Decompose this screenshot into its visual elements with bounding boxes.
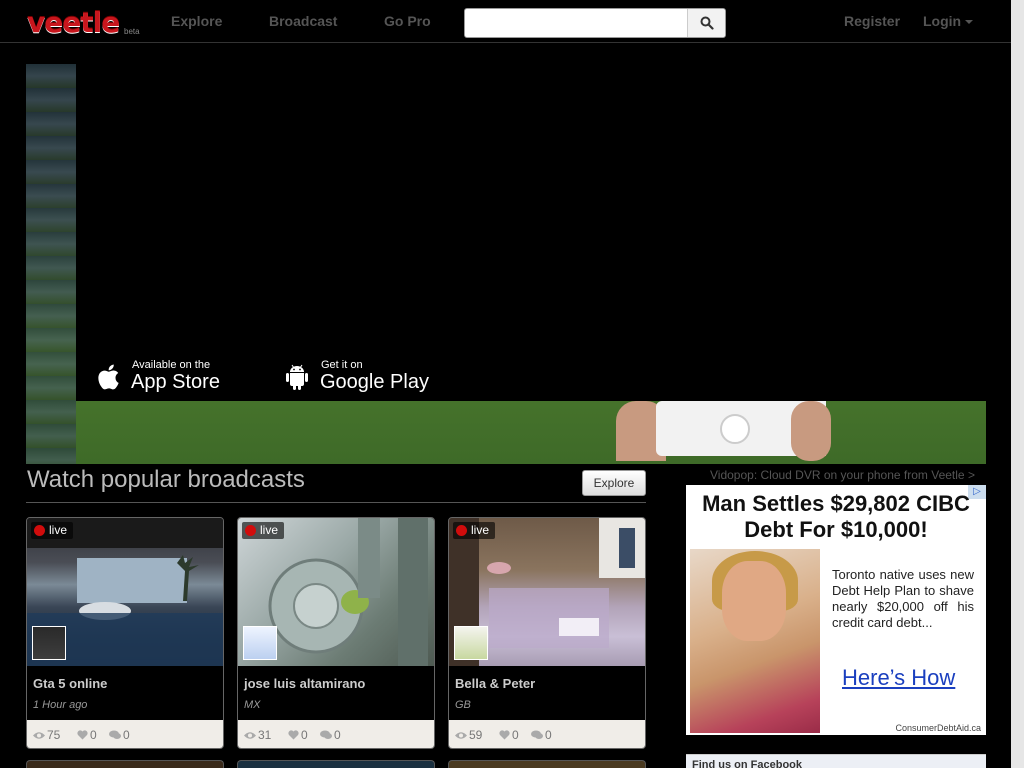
ad-source: ConsumerDebtAid.ca	[895, 723, 981, 733]
live-badge: live	[242, 522, 285, 539]
broadcast-subtitle: GB	[455, 699, 471, 711]
broadcast-card[interactable]	[237, 760, 435, 768]
likes-count: 0	[499, 728, 519, 742]
comment-icon	[320, 730, 332, 739]
avatar[interactable]	[243, 626, 277, 660]
live-dot-icon	[34, 525, 45, 536]
apple-icon	[98, 364, 119, 390]
broadcast-card[interactable]: live jose luis altamirano MX 31 0 0	[237, 517, 435, 749]
nav-explore[interactable]: Explore	[171, 13, 222, 29]
hero-background-image	[26, 64, 76, 464]
broadcast-thumbnail[interactable]: live	[27, 518, 223, 666]
ad-photo[interactable]	[690, 549, 820, 733]
login-label: Login	[923, 13, 962, 29]
broadcast-title[interactable]: Gta 5 online	[33, 676, 107, 691]
advertisement[interactable]: ▷ Man Settles $29,802 CIBC Debt For $10,…	[686, 485, 986, 735]
broadcast-card[interactable]	[26, 760, 224, 768]
logo-beta-tag: beta	[124, 27, 140, 36]
comments-count: 0	[320, 728, 341, 742]
login-menu[interactable]: Login	[923, 13, 974, 29]
live-dot-icon	[456, 525, 467, 536]
live-label: live	[260, 523, 279, 537]
live-dot-icon	[245, 525, 256, 536]
search-box	[464, 8, 726, 38]
top-navigation: veetle beta Explore Broadcast Go Pro Reg…	[0, 0, 1011, 43]
register-link[interactable]: Register	[844, 13, 900, 29]
nav-broadcast[interactable]: Broadcast	[269, 13, 337, 29]
live-badge: live	[453, 522, 496, 539]
ad-cta-link[interactable]: Here’s How	[842, 665, 955, 691]
avatar[interactable]	[454, 626, 488, 660]
broadcast-card[interactable]: live Gta 5 online 1 Hour ago 75 0 0	[26, 517, 224, 749]
eye-icon	[33, 732, 45, 739]
phone-home-button-image	[720, 414, 750, 444]
views-count: 31	[244, 728, 271, 742]
explore-button[interactable]: Explore	[582, 470, 646, 496]
avatar[interactable]	[32, 626, 66, 660]
views-count: 59	[455, 728, 482, 742]
google-play-caption: Get it on	[321, 359, 363, 371]
app-store-caption: Available on the	[132, 359, 211, 371]
eye-icon	[244, 732, 256, 739]
heart-icon	[77, 730, 88, 740]
comment-icon	[109, 730, 121, 739]
android-icon	[286, 364, 308, 390]
broadcast-card[interactable]	[448, 760, 646, 768]
search-input[interactable]	[465, 9, 689, 37]
broadcast-title[interactable]: jose luis altamirano	[244, 676, 365, 691]
broadcast-stats: 75 0 0	[27, 720, 223, 748]
search-button[interactable]	[687, 9, 725, 37]
vidopop-promo-link[interactable]: Vidopop: Cloud DVR on your phone from Ve…	[710, 468, 975, 482]
google-play-label: Google Play	[320, 371, 429, 393]
heart-icon	[288, 730, 299, 740]
live-label: live	[471, 523, 490, 537]
divider	[26, 502, 646, 503]
live-badge: live	[31, 522, 74, 539]
scrollbar[interactable]	[1011, 0, 1024, 768]
veetle-logo[interactable]: veetle	[27, 6, 120, 39]
app-store-badge[interactable]: Available on the App Store	[96, 357, 236, 397]
broadcast-thumbnail[interactable]: live	[449, 518, 645, 666]
eye-icon	[455, 732, 467, 739]
comment-icon	[531, 730, 543, 739]
likes-count: 0	[288, 728, 308, 742]
facebook-widget: Find us on Facebook	[686, 754, 986, 768]
ad-headline[interactable]: Man Settles $29,802 CIBC Debt For $10,00…	[686, 491, 986, 543]
facebook-widget-title: Find us on Facebook	[692, 759, 803, 768]
broadcast-stats: 31 0 0	[238, 720, 434, 748]
broadcast-subtitle: MX	[244, 699, 261, 711]
app-badges: Available on the App Store Get it on Goo…	[76, 349, 636, 401]
section-title: Watch popular broadcasts	[27, 466, 305, 493]
hero-banner[interactable]: Available on the App Store Get it on Goo…	[26, 64, 986, 464]
ad-photo-face	[722, 561, 786, 641]
hand-image	[791, 401, 831, 461]
comments-count: 0	[531, 728, 552, 742]
heart-icon	[499, 730, 510, 740]
live-label: live	[49, 523, 68, 537]
broadcast-title[interactable]: Bella & Peter	[455, 676, 535, 691]
likes-count: 0	[77, 728, 97, 742]
broadcast-subtitle: 1 Hour ago	[33, 699, 88, 711]
app-store-label: App Store	[131, 371, 220, 393]
ad-body-text: Toronto native uses new Debt Help Plan t…	[832, 567, 974, 630]
google-play-badge[interactable]: Get it on Google Play	[285, 357, 445, 397]
broadcast-thumbnail[interactable]: live	[238, 518, 434, 666]
broadcast-card[interactable]: live Bella & Peter GB 59 0 0	[448, 517, 646, 749]
search-icon	[700, 16, 714, 30]
broadcast-stats: 59 0 0	[449, 720, 645, 748]
nav-go-pro[interactable]: Go Pro	[384, 13, 431, 29]
chevron-down-icon	[965, 20, 974, 25]
views-count: 75	[33, 728, 60, 742]
comments-count: 0	[109, 728, 130, 742]
